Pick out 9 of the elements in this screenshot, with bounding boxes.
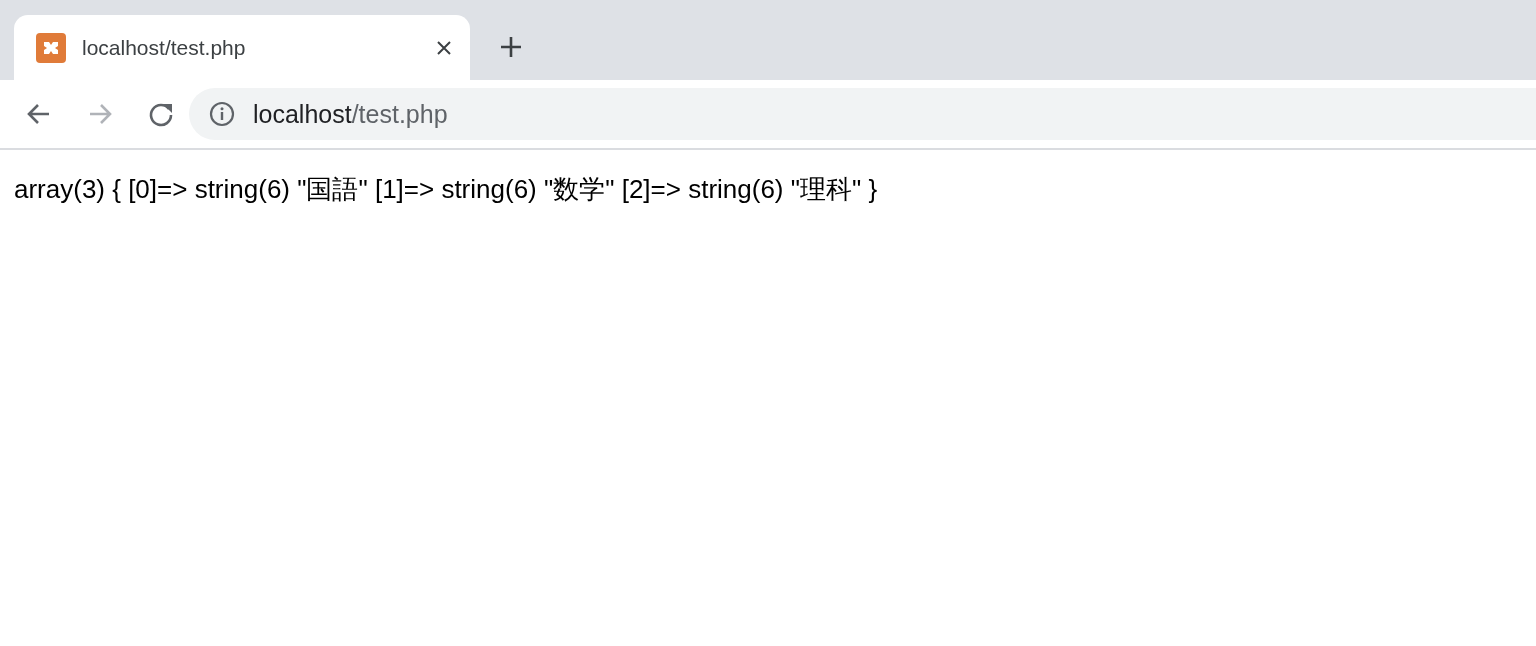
app-logo-icon: [36, 32, 66, 63]
close-icon[interactable]: [436, 39, 452, 56]
address-bar[interactable]: localhost/test.php: [189, 88, 1536, 140]
tab-title: localhost/test.php: [82, 35, 247, 60]
plus-icon[interactable]: [500, 36, 522, 58]
info-icon[interactable]: [209, 101, 235, 127]
url-text: localhost/test.php: [253, 99, 448, 129]
page-text: array(3) { [0]=> string(6) "国語" [1]=> string(6) "数学" [2]=> string(6) "理科" }: [14, 173, 879, 206]
browser-tab[interactable]: localhost/test.php: [14, 15, 470, 80]
